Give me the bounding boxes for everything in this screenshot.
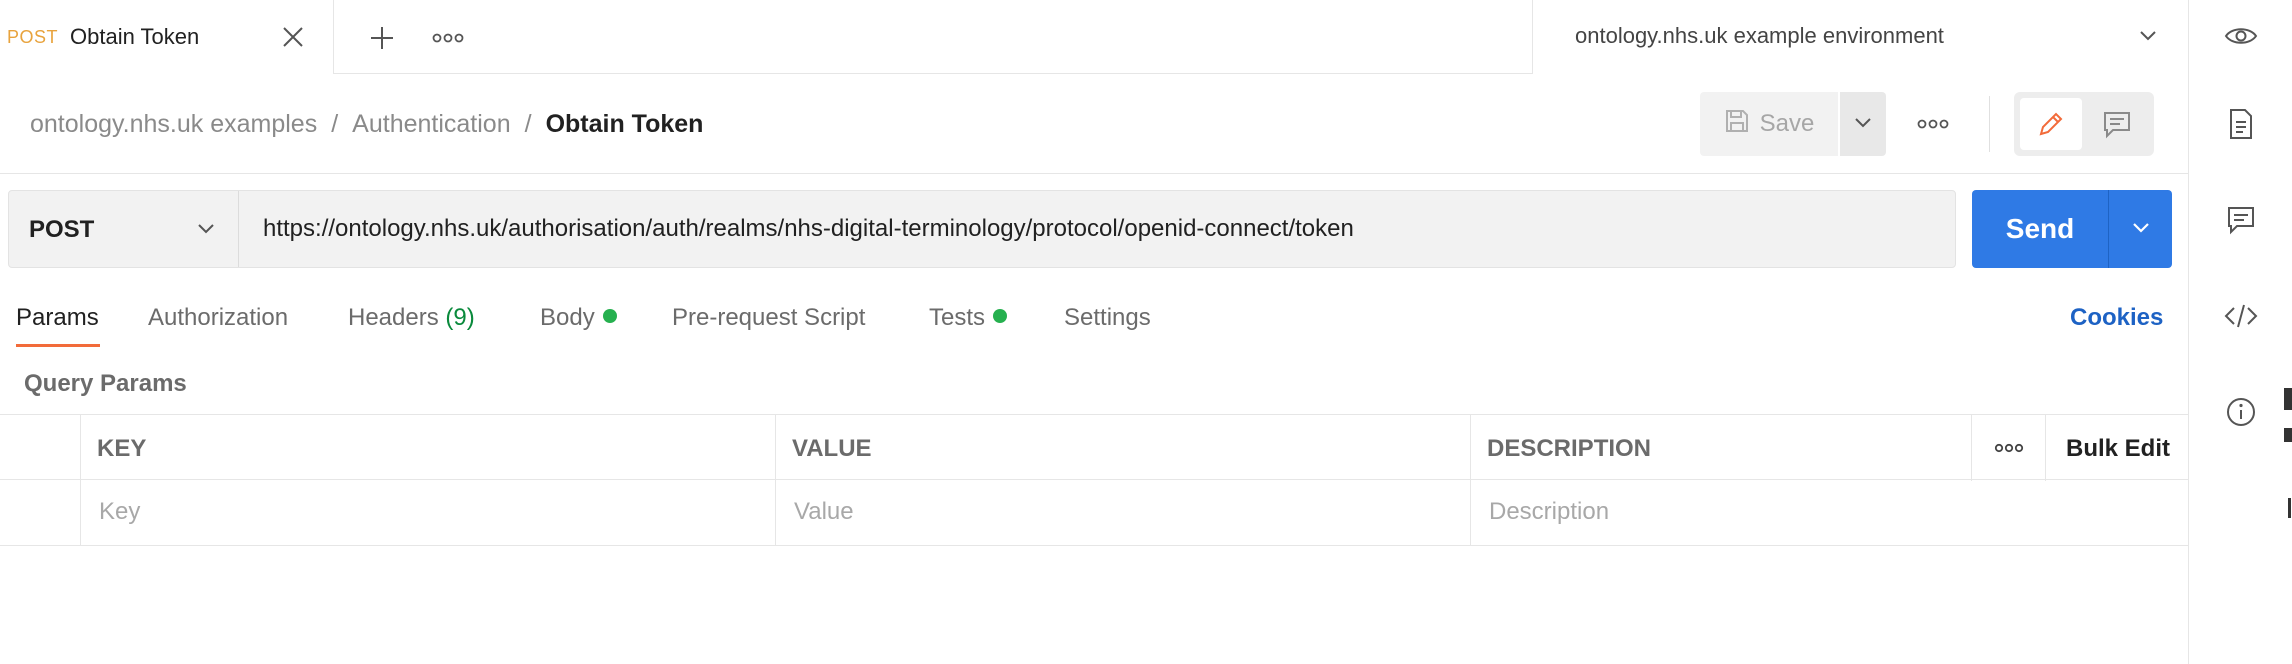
breadcrumb-folder[interactable]: Authentication [352, 110, 510, 139]
breadcrumb-separator: / [331, 110, 339, 138]
chevron-down-icon [195, 217, 217, 244]
close-icon[interactable] [278, 22, 308, 52]
send-dropdown-button[interactable] [2109, 190, 2172, 268]
tab-body-label: Body [540, 304, 595, 331]
chevron-down-icon [2130, 216, 2152, 243]
breadcrumb-request-name[interactable]: Obtain Token [546, 110, 704, 139]
description-cell [1471, 480, 2188, 546]
row-checkbox-cell [0, 480, 81, 546]
divider [1989, 96, 1990, 152]
window-edge-mark [2284, 428, 2292, 442]
breadcrumb: ontology.nhs.uk examples / Authenticatio… [30, 110, 703, 139]
window-edge-mark [2284, 388, 2292, 410]
status-dot [602, 309, 617, 323]
active-tab-indicator [16, 344, 100, 347]
plus-icon[interactable] [360, 16, 404, 60]
more-icon[interactable] [1972, 415, 2046, 481]
headers-count-badge: (9) [445, 304, 475, 331]
tab-settings[interactable]: Settings [1064, 304, 1151, 332]
cookies-link[interactable]: Cookies [2070, 304, 2163, 332]
environment-selector[interactable]: ontology.nhs.uk example environment [1532, 0, 2188, 74]
table-row [0, 480, 2188, 546]
description-column-header: DESCRIPTION [1471, 415, 1972, 481]
more-icon[interactable] [426, 16, 470, 60]
method-value: POST [29, 216, 95, 243]
breadcrumb-collection[interactable]: ontology.nhs.uk examples [30, 110, 317, 139]
table-header-row: KEY VALUE DESCRIPTION Bulk Edit [0, 414, 2188, 481]
right-sidebar [2188, 0, 2292, 664]
tab-authorization[interactable]: Authorization [148, 304, 288, 332]
tab-body[interactable]: Body [540, 304, 617, 332]
description-header-label: DESCRIPTION [1487, 435, 1652, 462]
send-group: Send [1972, 190, 2172, 268]
comment-icon[interactable] [2086, 98, 2148, 150]
breadcrumb-separator: / [524, 110, 532, 138]
window-edge-mark [2288, 498, 2291, 518]
description-input[interactable] [1473, 480, 1963, 544]
tab-title: Obtain Token [70, 24, 200, 49]
save-label: Save [1759, 110, 1815, 137]
send-button[interactable]: Send [1972, 190, 2108, 268]
request-subtabs: Params Authorization Headers (9) Body Pr… [0, 290, 2188, 350]
section-title: Query Params [24, 370, 187, 397]
method-select[interactable]: POST [9, 191, 239, 267]
tab-params[interactable]: Params [16, 304, 99, 332]
tab-tests[interactable]: Tests [929, 304, 1008, 332]
row-checkbox-column [0, 415, 81, 481]
key-cell [81, 480, 776, 546]
save-button[interactable]: Save [1700, 92, 1838, 156]
key-column-header: KEY [81, 415, 776, 481]
more-icon[interactable] [1910, 92, 1956, 156]
request-tab[interactable]: POST Obtain Token [0, 0, 334, 74]
save-group: Save [1700, 92, 1886, 156]
key-input[interactable] [83, 480, 750, 544]
chevron-down-icon [2137, 24, 2159, 51]
tab-pre-request-script[interactable]: Pre-request Script [672, 304, 865, 332]
url-input[interactable] [263, 191, 1943, 267]
save-dropdown-button[interactable] [1840, 92, 1886, 156]
value-column-header: VALUE [776, 415, 1471, 481]
breadcrumb-row: ontology.nhs.uk examples / Authenticatio… [0, 74, 2188, 174]
info-icon[interactable] [2189, 382, 2292, 442]
comment-icon[interactable] [2189, 190, 2292, 250]
eye-icon[interactable] [2189, 6, 2292, 66]
tab-headers[interactable]: Headers (9) [348, 304, 475, 332]
tab-method-label: POST [7, 27, 59, 47]
tab-headers-label: Headers [348, 304, 439, 331]
key-header-label: KEY [97, 435, 147, 462]
value-header-label: VALUE [792, 435, 872, 462]
chevron-down-icon [1853, 112, 1873, 137]
environment-label: ontology.nhs.uk example environment [1575, 23, 1944, 48]
bulk-edit-button[interactable]: Bulk Edit [2066, 435, 2170, 463]
value-input[interactable] [778, 480, 1445, 544]
code-icon[interactable] [2189, 286, 2292, 346]
request-bar: POST [8, 190, 1956, 268]
mode-toggle [2014, 92, 2154, 156]
save-icon [1724, 108, 1750, 141]
value-cell [776, 480, 1471, 546]
status-dot [993, 309, 1008, 323]
tab-tests-label: Tests [929, 304, 986, 331]
tab-bar: POST Obtain Token ontology.nhs.uk exampl… [0, 0, 2188, 74]
pencil-icon[interactable] [2020, 98, 2082, 150]
document-icon[interactable] [2189, 94, 2292, 154]
